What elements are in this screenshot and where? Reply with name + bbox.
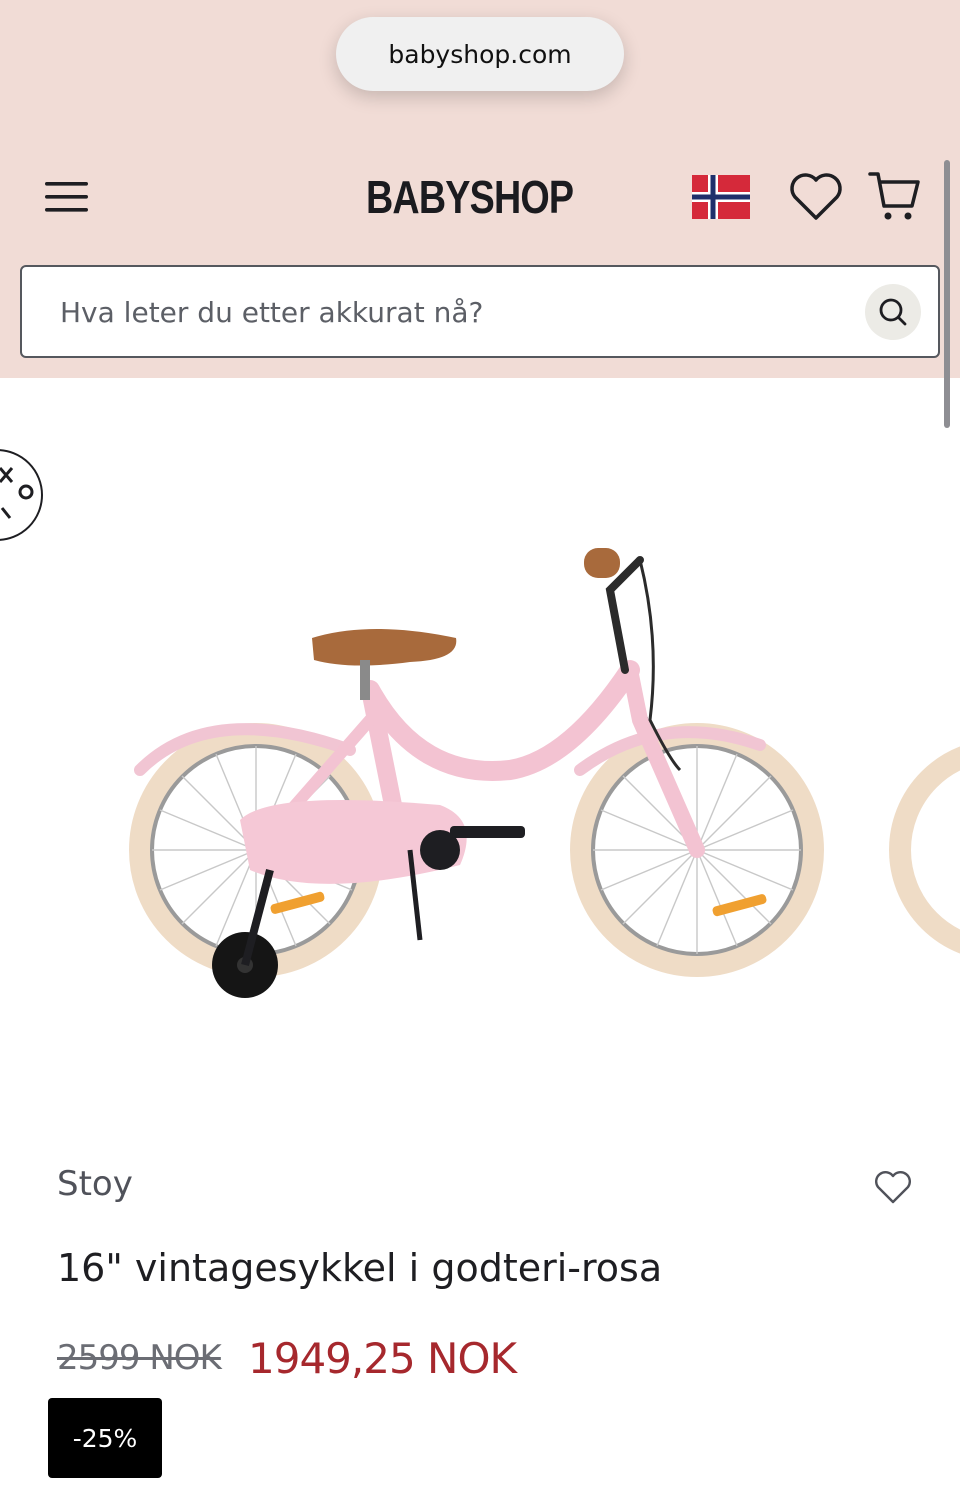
heart-outline-icon xyxy=(875,1171,911,1204)
hamburger-menu-icon xyxy=(45,182,88,212)
search-button[interactable] xyxy=(865,284,921,340)
original-price: 2599 NOK xyxy=(57,1338,222,1378)
norway-flag-icon xyxy=(692,175,750,219)
discount-label: -25% xyxy=(72,1423,138,1453)
product-title[interactable]: 16" vintagesykkel i godteri-rosa xyxy=(57,1246,662,1290)
product-image[interactable] xyxy=(120,520,960,1020)
heart-icon xyxy=(790,173,842,220)
address-bar[interactable]: babyshop.com xyxy=(336,17,624,91)
search-input[interactable] xyxy=(60,281,840,343)
discount-badge: -25% xyxy=(48,1398,162,1478)
cart-button[interactable] xyxy=(864,166,924,226)
shopping-cart-icon xyxy=(868,172,920,220)
add-to-favorites-button[interactable] xyxy=(873,1168,913,1206)
product-brand[interactable]: Stoy xyxy=(57,1164,133,1204)
brand-badge xyxy=(0,448,44,542)
url-text: babyshop.com xyxy=(388,39,572,69)
logo-text: BABYSHOP xyxy=(366,171,574,223)
search-bar xyxy=(20,265,940,358)
sale-price: 1949,25 NOK xyxy=(248,1334,517,1383)
babyshop-logo[interactable]: BABYSHOP xyxy=(356,156,596,238)
header-area: babyshop.com BABYSHOP xyxy=(0,0,960,378)
pink-bicycle-image xyxy=(129,548,960,998)
brand-badge-icon xyxy=(0,449,43,541)
menu-button[interactable] xyxy=(40,172,94,222)
scrollbar[interactable] xyxy=(944,160,950,428)
country-selector[interactable] xyxy=(692,175,750,219)
search-icon xyxy=(879,298,907,326)
wishlist-button[interactable] xyxy=(786,168,846,226)
